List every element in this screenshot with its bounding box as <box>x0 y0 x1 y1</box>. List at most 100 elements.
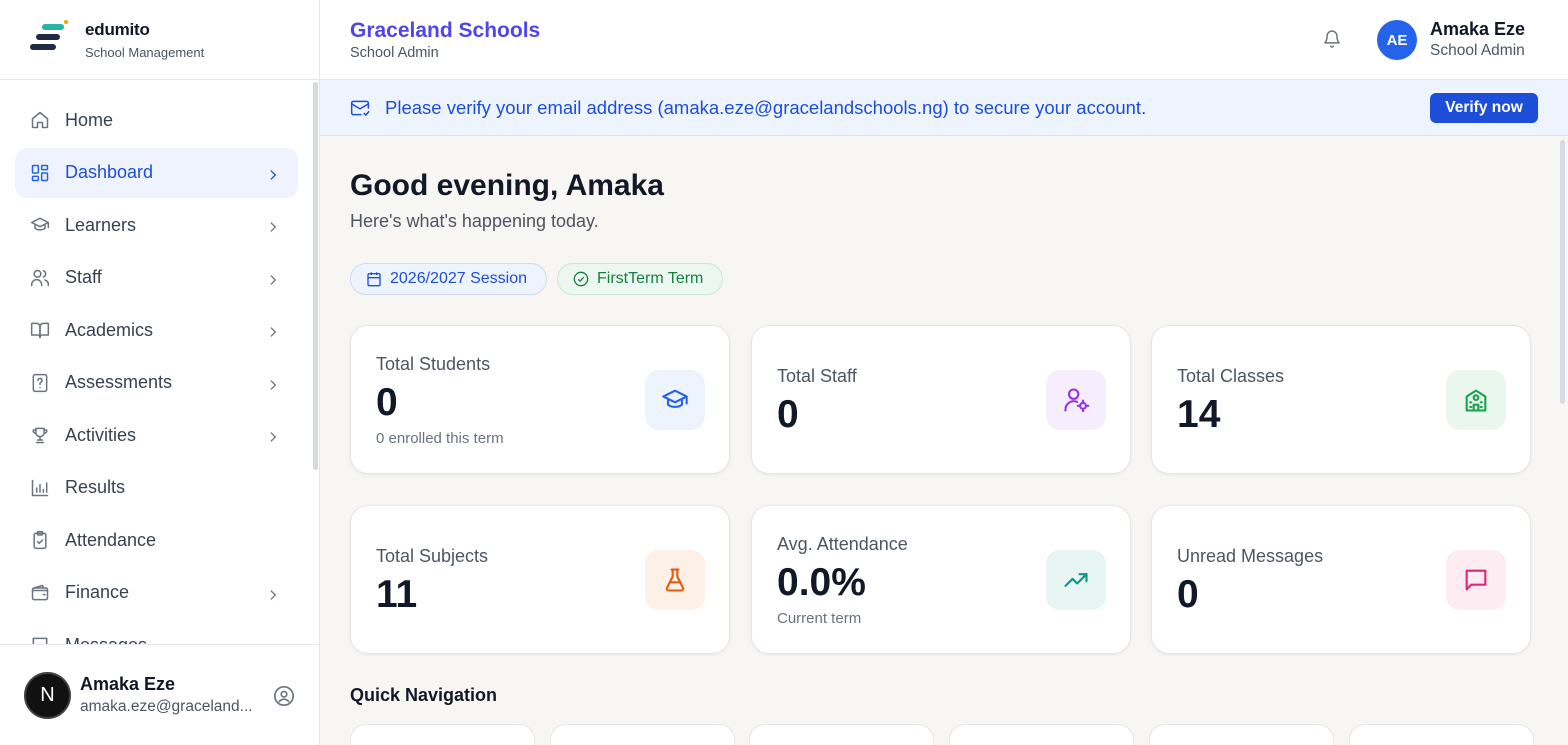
stat-card-total-classes[interactable]: Total Classes 14 <box>1151 325 1531 474</box>
header-user-name: Amaka Eze <box>1430 19 1526 39</box>
quick-nav-card[interactable] <box>1149 724 1334 745</box>
sidebar-nav: Home Dashboard Learners Staff Academics Asses… <box>15 95 298 645</box>
verify-now-button[interactable]: Verify now <box>1430 93 1538 123</box>
sidebar-item-label: Academics <box>65 319 154 340</box>
header-user-role: School Admin <box>1430 42 1525 59</box>
sidebar-item-label: Results <box>65 477 126 497</box>
top-header: Graceland Schools School Admin AE Amaka … <box>320 0 1568 80</box>
bell-icon[interactable] <box>1322 29 1342 50</box>
sidebar-item-label: Attendance <box>65 529 157 550</box>
stat-value: 0 <box>777 393 799 436</box>
calendar-icon <box>366 271 382 287</box>
header-user[interactable]: Amaka Eze School Admin <box>1430 19 1525 60</box>
stat-label: Total Staff <box>777 366 857 386</box>
quick-nav-card[interactable] <box>550 724 735 745</box>
chevron-right-icon <box>266 323 280 337</box>
avatar: N <box>24 671 71 719</box>
term-label: FirstTerm Term <box>597 270 704 287</box>
stat-card-total-subjects[interactable]: Total Subjects 11 <box>350 505 730 654</box>
greeting-title: Good evening, Amaka <box>350 169 664 202</box>
stat-card-avg-attendance[interactable]: Avg. Attendance 0.0% Current term <box>751 505 1131 654</box>
edumito-logo <box>28 19 68 60</box>
stat-note: 0 enrolled this term <box>376 430 504 447</box>
chevron-right-icon <box>266 271 280 285</box>
file-question-icon <box>30 373 50 393</box>
bar-chart-icon <box>30 478 50 498</box>
dashboard-grid-icon <box>30 163 50 183</box>
sidebar-user[interactable]: N Amaka Eze amaka.eze@graceland... <box>0 644 319 745</box>
wallet-icon <box>30 583 50 603</box>
stat-value: 14 <box>1177 393 1221 436</box>
school-name: Graceland Schools <box>350 19 541 42</box>
session-badge: 2026/2027 Session <box>350 263 547 295</box>
mail-icon <box>350 98 370 118</box>
stat-label: Total Students <box>376 354 491 374</box>
sidebar-item-label: Dashboard <box>65 162 154 182</box>
chevron-right-icon <box>266 166 280 180</box>
stat-note: Current term <box>777 610 862 627</box>
chevron-right-icon <box>266 218 280 232</box>
clipboard-check-icon <box>30 530 50 550</box>
quick-nav-card[interactable] <box>949 724 1134 745</box>
sidebar-item-dashboard[interactable]: Dashboard <box>15 147 298 198</box>
sidebar-item-assessments[interactable]: Assessments <box>15 358 298 408</box>
user-circle-icon[interactable] <box>273 685 295 707</box>
brand-subtitle: School Management <box>85 44 205 60</box>
chevron-right-icon <box>266 428 280 442</box>
sidebar-item-messages[interactable]: Messages <box>15 620 298 645</box>
verify-email-banner: Please verify your email address (amaka.… <box>320 80 1568 136</box>
sidebar-item-activities[interactable]: Activities <box>15 410 298 460</box>
home-icon <box>30 110 50 130</box>
chevron-right-icon <box>266 586 280 600</box>
main-content: Good evening, Amaka Here's what's happen… <box>320 136 1568 745</box>
brand[interactable]: edumito School Management <box>0 0 319 80</box>
sidebar-item-results[interactable]: Results <box>15 463 298 513</box>
term-badge: FirstTerm Term <box>557 263 723 295</box>
greeting-subtitle: Here's what's happening today. <box>350 211 599 231</box>
users-icon <box>30 268 50 288</box>
session-label: 2026/2027 Session <box>390 270 527 287</box>
stat-label: Avg. Attendance <box>777 534 908 554</box>
main-scrollbar[interactable] <box>1560 140 1565 404</box>
brand-name: edumito <box>85 19 150 39</box>
stat-value: 11 <box>376 573 418 616</box>
sidebar-item-staff[interactable]: Staff <box>15 253 298 303</box>
flask-icon <box>645 550 705 610</box>
sidebar-item-label: Learners <box>65 214 137 235</box>
sidebar-item-academics[interactable]: Academics <box>15 305 298 355</box>
quick-nav-card[interactable] <box>749 724 934 745</box>
sidebar-item-label: Activities <box>65 424 137 445</box>
banner-message: Please verify your email address (amaka.… <box>385 97 1147 118</box>
stat-label: Total Subjects <box>376 546 489 566</box>
quick-nav-card[interactable] <box>1349 724 1534 745</box>
sidebar-item-label: Finance <box>65 582 130 602</box>
stat-value: 0.0% <box>777 561 866 604</box>
sidebar-user-email: amaka.eze@graceland... <box>80 698 253 715</box>
graduation-cap-icon <box>30 215 50 235</box>
sidebar-item-attendance[interactable]: Attendance <box>15 515 298 565</box>
trophy-icon <box>30 425 50 445</box>
stat-card-unread-messages[interactable]: Unread Messages 0 <box>1151 505 1531 654</box>
school-role: School Admin <box>350 45 439 61</box>
avatar[interactable]: AE <box>1377 20 1417 60</box>
stat-card-total-staff[interactable]: Total Staff 0 <box>751 325 1131 474</box>
check-circle-icon <box>573 271 589 287</box>
chevron-right-icon <box>266 376 280 390</box>
sidebar: edumito School Management Home Dashboard L… <box>0 0 320 745</box>
school-building-icon <box>1446 370 1506 430</box>
sidebar-item-home[interactable]: Home <box>15 95 298 145</box>
sidebar-item-learners[interactable]: Learners <box>15 200 298 250</box>
stat-value: 0 <box>1177 573 1199 616</box>
quick-navigation-title: Quick Navigation <box>350 685 498 705</box>
stat-label: Unread Messages <box>1177 546 1324 566</box>
quick-nav-card[interactable] <box>350 724 535 745</box>
sidebar-scrollbar[interactable] <box>313 82 318 470</box>
trending-up-icon <box>1046 550 1106 610</box>
stat-value: 0 <box>376 381 398 424</box>
sidebar-item-finance[interactable]: Finance <box>15 568 298 618</box>
user-cog-icon <box>1046 370 1106 430</box>
stat-card-total-students[interactable]: Total Students 0 0 enrolled this term <box>350 325 730 474</box>
sidebar-item-label: Home <box>65 109 114 130</box>
chat-bubble-icon <box>1446 550 1506 610</box>
stat-label: Total Classes <box>1177 366 1285 386</box>
